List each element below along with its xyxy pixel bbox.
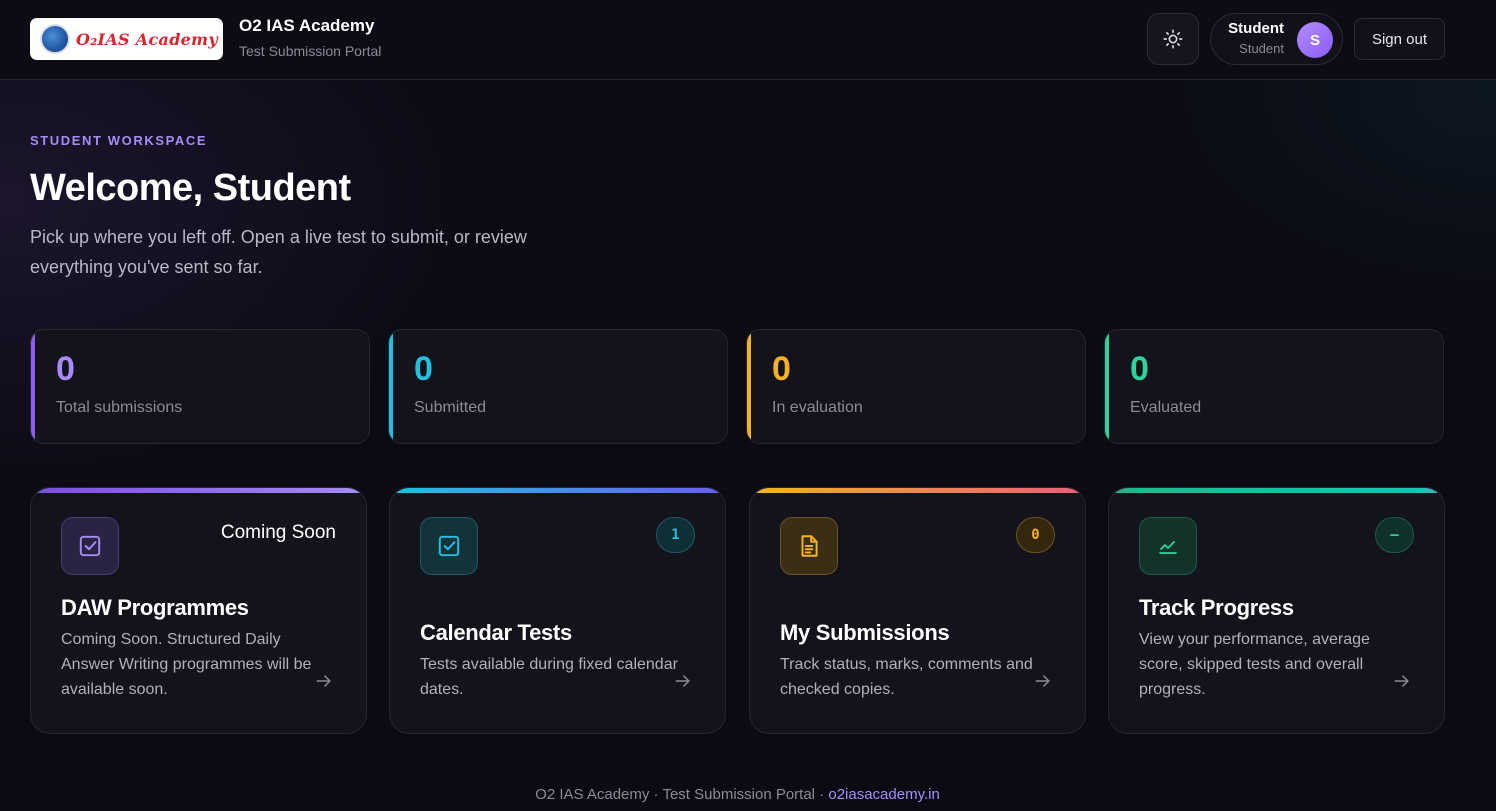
chart-line-icon xyxy=(1159,541,1177,554)
arrow-right-icon xyxy=(1035,675,1050,687)
stat-value: 0 xyxy=(56,350,75,388)
sun-icon xyxy=(1163,29,1183,49)
checkbox-icon xyxy=(79,535,101,557)
count-badge: 0 xyxy=(1016,517,1055,553)
avatar: S xyxy=(1297,22,1333,58)
stat-value: 0 xyxy=(414,350,433,388)
intro-text: Pick up where you left off. Open a live … xyxy=(30,227,527,277)
arrow-right-icon xyxy=(316,675,331,687)
card-accent-bar xyxy=(1109,488,1444,493)
stat-accent xyxy=(747,330,751,443)
card-accent-bar xyxy=(750,488,1085,493)
arrow-right-icon xyxy=(1394,675,1409,687)
card-title: Calendar Tests xyxy=(420,620,572,645)
logo-text: O₂IAS Academy xyxy=(76,29,218,49)
card-description: Coming Soon. Structured Daily Answer Wri… xyxy=(61,631,312,698)
user-name: Student xyxy=(1228,20,1284,37)
card-icon-box xyxy=(780,517,838,575)
count-badge: – xyxy=(1375,517,1414,553)
user-role: Student xyxy=(1239,41,1284,56)
card-accent-bar xyxy=(31,488,366,493)
section-eyebrow: STUDENT WORKSPACE xyxy=(30,133,208,148)
checkbox-icon xyxy=(438,535,460,557)
brand-subtitle: Test Submission Portal xyxy=(239,43,382,59)
coming-soon-label: Coming Soon xyxy=(220,522,336,543)
stat-label: Total submissions xyxy=(56,399,183,416)
brand-title: O2 IAS Academy xyxy=(239,16,375,35)
stat-submitted: 0 Submitted xyxy=(388,329,728,444)
stat-accent xyxy=(31,330,35,443)
footer-website-link[interactable]: o2iasacademy.in xyxy=(828,786,939,803)
card-icon-box xyxy=(420,517,478,575)
theme-toggle-button[interactable] xyxy=(1147,13,1199,65)
stat-evaluated: 0 Evaluated xyxy=(1104,329,1444,444)
page-title: Welcome, Student xyxy=(30,167,351,209)
academy-logo[interactable]: O₂IAS Academy xyxy=(30,18,223,60)
card-my-submissions[interactable]: 0 My Submissions Track status, marks, co… xyxy=(749,487,1086,734)
card-description: View your performance, average score, sk… xyxy=(1139,631,1370,698)
stat-accent xyxy=(1105,330,1109,443)
stat-value: 0 xyxy=(772,350,791,388)
card-icon-box xyxy=(61,517,119,575)
stat-value: 0 xyxy=(1130,350,1149,388)
card-title: My Submissions xyxy=(780,620,950,645)
user-menu[interactable]: Student Student S xyxy=(1210,13,1343,65)
card-description: Tests available during fixed calendar da… xyxy=(420,656,678,698)
card-calendar-tests[interactable]: 1 Calendar Tests Tests available during … xyxy=(389,487,726,734)
stat-accent xyxy=(389,330,393,443)
footer: O2 IAS Academy · Test Submission Portal … xyxy=(0,786,1475,803)
top-header: O₂IAS Academy O2 IAS Academy Test Submis… xyxy=(0,0,1496,80)
card-daw-programmes[interactable]: Coming Soon DAW Programmes Coming Soon. … xyxy=(30,487,367,734)
sign-out-button[interactable]: Sign out xyxy=(1354,18,1445,60)
document-icon xyxy=(801,535,818,557)
card-description: Track status, marks, comments and checke… xyxy=(780,656,1033,698)
count-badge: 1 xyxy=(656,517,695,553)
card-accent-bar xyxy=(390,488,725,493)
stat-label: Submitted xyxy=(414,399,487,416)
card-icon-box xyxy=(1139,517,1197,575)
stat-label: In evaluation xyxy=(772,399,863,416)
card-title: Track Progress xyxy=(1139,595,1294,620)
card-track-progress[interactable]: – Track Progress View your performance, … xyxy=(1108,487,1445,734)
stat-total-submissions: 0 Total submissions xyxy=(30,329,370,444)
card-title: DAW Programmes xyxy=(61,595,249,620)
arrow-right-icon xyxy=(675,675,690,687)
globe-icon xyxy=(40,24,70,54)
footer-text: O2 IAS Academy · Test Submission Portal … xyxy=(535,786,829,803)
stat-label: Evaluated xyxy=(1130,399,1202,416)
stat-in-evaluation: 0 In evaluation xyxy=(746,329,1086,444)
